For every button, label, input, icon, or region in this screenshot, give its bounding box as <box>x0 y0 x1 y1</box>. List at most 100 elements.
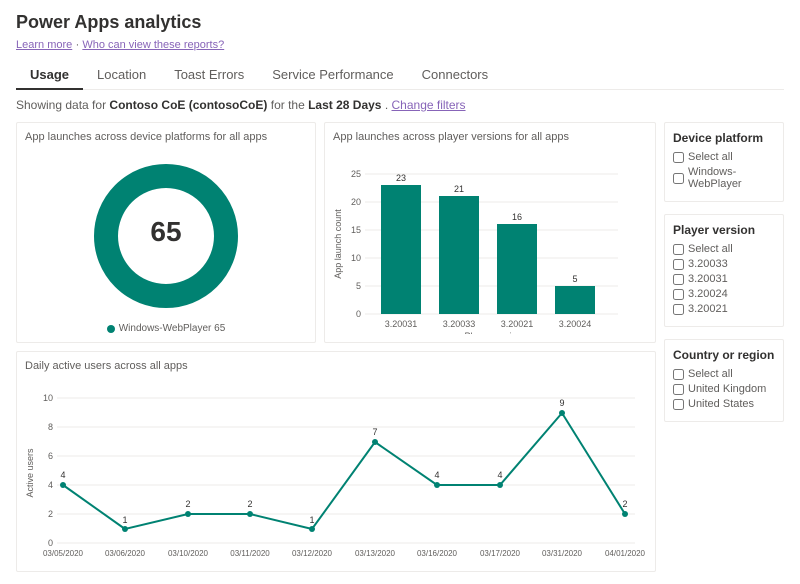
player-version-3-20031-label: 3.20031 <box>688 273 728 285</box>
svg-text:3.20033: 3.20033 <box>443 319 476 329</box>
svg-text:3.20024: 3.20024 <box>559 319 592 329</box>
country-region-us[interactable]: United States <box>673 398 775 410</box>
device-platform-windows[interactable]: Windows-WebPlayer <box>673 166 775 190</box>
device-platform-select-all-checkbox[interactable] <box>673 152 684 163</box>
svg-text:03/12/2020: 03/12/2020 <box>292 549 333 558</box>
tab-location[interactable]: Location <box>83 61 160 90</box>
bar-chart-svg: App launch count 0 5 10 15 20 25 <box>333 149 623 334</box>
svg-text:1: 1 <box>122 515 127 525</box>
svg-text:4: 4 <box>434 470 439 480</box>
donut-chart: App launches across device platforms for… <box>16 122 316 343</box>
svg-text:4: 4 <box>497 470 502 480</box>
player-version-3-20024[interactable]: 3.20024 <box>673 288 775 300</box>
player-version-3-20024-checkbox[interactable] <box>673 289 684 300</box>
country-region-filter: Country or region Select all United King… <box>664 339 784 422</box>
sidebar-filters: Device platform Select all Windows-WebPl… <box>664 122 784 572</box>
svg-text:5: 5 <box>356 281 361 291</box>
player-version-select-all-checkbox[interactable] <box>673 244 684 255</box>
line-chart-svg: Active users 0 2 4 6 8 10 <box>25 378 645 563</box>
svg-text:04/01/2020: 04/01/2020 <box>605 549 645 558</box>
svg-text:App launch count: App launch count <box>333 209 343 279</box>
svg-text:03/05/2020: 03/05/2020 <box>43 549 84 558</box>
device-platform-filter: Device platform Select all Windows-WebPl… <box>664 122 784 202</box>
svg-text:03/16/2020: 03/16/2020 <box>417 549 458 558</box>
svg-text:25: 25 <box>351 169 361 179</box>
svg-text:03/17/2020: 03/17/2020 <box>480 549 521 558</box>
svg-text:03/06/2020: 03/06/2020 <box>105 549 146 558</box>
country-region-select-all-label: Select all <box>688 368 733 380</box>
donut-legend: Windows-WebPlayer 65 <box>25 323 307 334</box>
svg-text:20: 20 <box>351 197 361 207</box>
filter-info: Showing data for Contoso CoE (contosoCoE… <box>16 98 784 112</box>
svg-text:2: 2 <box>247 499 252 509</box>
tabs-nav: Usage Location Toast Errors Service Perf… <box>16 61 784 90</box>
country-region-us-label: United States <box>688 398 754 410</box>
country-region-uk[interactable]: United Kingdom <box>673 383 775 395</box>
device-platform-select-all-label: Select all <box>688 151 733 163</box>
svg-text:03/10/2020: 03/10/2020 <box>168 549 209 558</box>
tab-connectors[interactable]: Connectors <box>408 61 502 90</box>
svg-text:3.20031: 3.20031 <box>385 319 418 329</box>
country-region-uk-checkbox[interactable] <box>673 384 684 395</box>
device-platform-select-all[interactable]: Select all <box>673 151 775 163</box>
svg-text:2: 2 <box>48 509 53 519</box>
svg-text:03/13/2020: 03/13/2020 <box>355 549 396 558</box>
svg-text:0: 0 <box>356 309 361 319</box>
learn-more-link[interactable]: Learn more <box>16 39 72 51</box>
svg-text:5: 5 <box>572 274 577 284</box>
player-version-select-all-label: Select all <box>688 243 733 255</box>
svg-text:10: 10 <box>351 253 361 263</box>
country-region-uk-label: United Kingdom <box>688 383 766 395</box>
svg-text:1: 1 <box>309 515 314 525</box>
player-version-3-20031-checkbox[interactable] <box>673 274 684 285</box>
svg-text:8: 8 <box>48 422 53 432</box>
player-version-3-20033-checkbox[interactable] <box>673 259 684 270</box>
svg-text:15: 15 <box>351 225 361 235</box>
svg-text:6: 6 <box>48 451 53 461</box>
svg-text:4: 4 <box>48 480 53 490</box>
svg-text:03/11/2020: 03/11/2020 <box>230 549 270 558</box>
svg-text:10: 10 <box>43 393 53 403</box>
line-chart-title: Daily active users across all apps <box>25 360 647 372</box>
player-version-3-20033[interactable]: 3.20033 <box>673 258 775 270</box>
player-version-3-20024-label: 3.20024 <box>688 288 728 300</box>
bar-chart: App launches across player versions for … <box>324 122 656 343</box>
player-version-select-all[interactable]: Select all <box>673 243 775 255</box>
country-region-select-all[interactable]: Select all <box>673 368 775 380</box>
player-version-title: Player version <box>673 223 775 237</box>
player-version-3-20033-label: 3.20033 <box>688 258 728 270</box>
country-region-us-checkbox[interactable] <box>673 399 684 410</box>
device-platform-windows-label: Windows-WebPlayer <box>688 166 775 190</box>
svg-text:Aggregation Date: Aggregation Date <box>310 562 380 563</box>
country-region-select-all-checkbox[interactable] <box>673 369 684 380</box>
tab-usage[interactable]: Usage <box>16 61 83 90</box>
who-can-view-link[interactable]: Who can view these reports? <box>82 39 224 51</box>
device-platform-title: Device platform <box>673 131 775 145</box>
svg-text:4: 4 <box>60 470 65 480</box>
svg-text:65: 65 <box>150 216 181 247</box>
svg-text:03/31/2020: 03/31/2020 <box>542 549 583 558</box>
device-platform-windows-checkbox[interactable] <box>673 173 684 184</box>
donut-chart-title: App launches across device platforms for… <box>25 131 307 143</box>
svg-text:0: 0 <box>48 538 53 548</box>
player-version-3-20021[interactable]: 3.20021 <box>673 303 775 315</box>
country-region-title: Country or region <box>673 348 775 362</box>
svg-text:Player version: Player version <box>464 331 521 334</box>
line-chart: Daily active users across all apps Activ… <box>16 351 656 572</box>
tab-service-performance[interactable]: Service Performance <box>258 61 407 90</box>
svg-text:7: 7 <box>372 427 377 437</box>
svg-text:16: 16 <box>512 212 522 222</box>
svg-text:9: 9 <box>559 398 564 408</box>
svg-text:3.20021: 3.20021 <box>501 319 534 329</box>
player-version-3-20031[interactable]: 3.20031 <box>673 273 775 285</box>
svg-text:Active users: Active users <box>25 448 35 498</box>
svg-text:2: 2 <box>185 499 190 509</box>
bar-chart-title: App launches across player versions for … <box>333 131 647 143</box>
page-title: Power Apps analytics <box>16 12 784 33</box>
player-version-filter: Player version Select all 3.20033 3.2003… <box>664 214 784 327</box>
player-version-3-20021-label: 3.20021 <box>688 303 728 315</box>
svg-text:23: 23 <box>396 173 406 183</box>
tab-toast-errors[interactable]: Toast Errors <box>160 61 258 90</box>
change-filters-link[interactable]: Change filters <box>392 98 466 112</box>
player-version-3-20021-checkbox[interactable] <box>673 304 684 315</box>
